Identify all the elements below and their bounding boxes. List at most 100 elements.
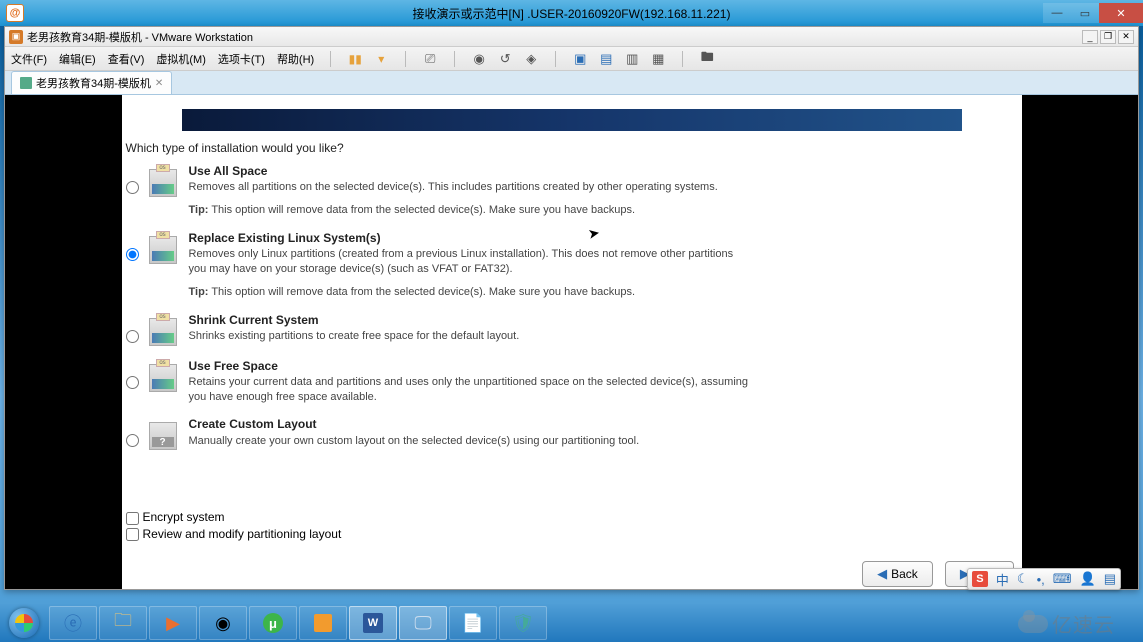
sogou-logo-icon[interactable]: S — [972, 571, 988, 587]
option-title: Use All Space — [189, 163, 718, 179]
unity-icon[interactable]: ▤ — [598, 51, 614, 67]
utorrent-icon: μ — [263, 613, 283, 633]
menu-tabs[interactable]: 选项卡(T) — [218, 51, 265, 67]
option-title: Shrink Current System — [189, 312, 520, 328]
monitor-icon: 🖵 — [414, 613, 431, 634]
taskbar-secure[interactable]: 🛡 — [499, 606, 547, 640]
option-tip: This option will remove data from the se… — [211, 286, 635, 298]
back-button[interactable]: ◀Back — [862, 561, 933, 587]
review-checkbox[interactable] — [126, 528, 139, 541]
disk-icon: os — [149, 364, 177, 392]
notepad-icon: 📄 — [462, 613, 484, 634]
guest-screen[interactable]: ➤ Which type of installation would you l… — [122, 95, 1022, 589]
remote-title: 接收演示或示范中[N] .USER-20160920FW(192.168.11.… — [413, 5, 731, 22]
remote-titlebar: @ 接收演示或示范中[N] .USER-20160920FW(192.168.1… — [0, 0, 1143, 26]
maximize-button[interactable]: ▭ — [1071, 3, 1099, 23]
snapshot-take-icon[interactable]: ◉ — [471, 51, 487, 67]
windows-taskbar: ⓔ 🗀 ▶ ◉ μ W 🖵 📄 🛡 — [0, 604, 1143, 642]
thumbnail-icon[interactable]: ▦ — [650, 51, 666, 67]
snapshot-revert-icon[interactable]: ↺ — [497, 51, 513, 67]
bottom-checks: Encrypt system Review and modify partiti… — [126, 510, 342, 543]
ime-punct-icon[interactable]: •, — [1037, 572, 1045, 587]
word-icon: W — [363, 613, 383, 633]
snapshot-manage-icon[interactable]: ◈ — [523, 51, 539, 67]
ime-moon-icon[interactable]: ☾ — [1017, 571, 1029, 587]
option-title: Use Free Space — [189, 358, 749, 374]
start-button[interactable] — [0, 604, 48, 642]
option-use-all-space[interactable]: os Use All Space Removes all partitions … — [126, 163, 1022, 218]
menu-view[interactable]: 查看(V) — [108, 51, 145, 67]
taskbar-utorrent[interactable]: μ — [249, 606, 297, 640]
fullscreen-icon[interactable]: ▣ — [572, 51, 588, 67]
sogou-ime-bar[interactable]: S 中 ☾ •, ⌨ 👤 ▤ — [967, 568, 1121, 590]
radio-use-all-space[interactable] — [126, 181, 139, 194]
library-icon[interactable]: 🖿 — [699, 51, 715, 67]
taskbar-media[interactable]: ▶ — [149, 606, 197, 640]
taskbar-chrome[interactable]: ◉ — [199, 606, 247, 640]
taskbar-remote[interactable]: 🖵 — [399, 606, 447, 640]
radio-free-space[interactable] — [126, 376, 139, 389]
power-pause-icon[interactable]: ▮▮ — [347, 51, 363, 67]
disk-icon: os — [149, 236, 177, 264]
console-view-icon[interactable]: ▥ — [624, 51, 640, 67]
taskbar-notepadpp[interactable]: 📄 — [449, 606, 497, 640]
install-options-group: os Use All Space Removes all partitions … — [122, 163, 1022, 450]
menu-file[interactable]: 文件(F) — [11, 51, 47, 67]
option-custom[interactable]: ? Create Custom Layout Manually create y… — [126, 416, 1022, 450]
anaconda-banner — [182, 109, 962, 131]
minimize-button[interactable]: — — [1043, 3, 1071, 23]
option-desc: Removes all partitions on the selected d… — [189, 181, 718, 193]
ime-login-icon[interactable]: 👤 — [1080, 571, 1096, 587]
vmware-app-icon: ▣ — [9, 30, 23, 44]
radio-custom[interactable] — [126, 434, 139, 447]
option-free-space[interactable]: os Use Free Space Retains your current d… — [126, 358, 1022, 405]
power-dropdown-icon[interactable]: ▾ — [373, 51, 389, 67]
vmware-restore-button[interactable]: ❐ — [1100, 30, 1116, 44]
encrypt-checkbox[interactable] — [126, 512, 139, 525]
play-icon: ▶ — [166, 613, 180, 634]
chrome-icon: ◉ — [215, 613, 231, 634]
shield-icon: 🛡 — [512, 613, 535, 634]
close-button[interactable]: ✕ — [1099, 3, 1143, 23]
taskbar-word[interactable]: W — [349, 606, 397, 640]
option-shrink[interactable]: os Shrink Current System Shrinks existin… — [126, 312, 1022, 346]
taskbar-explorer[interactable]: 🗀 — [99, 606, 147, 640]
disk-icon: os — [149, 169, 177, 197]
vmware-minimize-button[interactable]: _ — [1082, 30, 1098, 44]
menu-help[interactable]: 帮助(H) — [277, 51, 314, 67]
vmware-menubar: 文件(F) 编辑(E) 查看(V) 虚拟机(M) 选项卡(T) 帮助(H) ▮▮… — [5, 47, 1138, 71]
vm-tab-label: 老男孩教育34期-模版机 — [36, 75, 151, 91]
option-desc: Retains your current data and partitions… — [189, 376, 749, 403]
vmware-window: ▣ 老男孩教育34期-模版机 - VMware Workstation _ ❐ … — [4, 26, 1139, 590]
ime-softkbd-icon[interactable]: ⌨ — [1053, 571, 1072, 587]
square-orange-icon — [314, 614, 332, 632]
vm-tab-active[interactable]: 老男孩教育34期-模版机 ✕ — [11, 71, 172, 94]
remote-app-icon: @ — [6, 4, 24, 22]
option-title: Create Custom Layout — [189, 416, 640, 432]
arrow-left-icon: ◀ — [877, 566, 887, 582]
menu-vm[interactable]: 虚拟机(M) — [156, 51, 206, 67]
taskbar-ie[interactable]: ⓔ — [49, 606, 97, 640]
folder-icon: 🗀 — [114, 608, 132, 638]
tab-close-icon[interactable]: ✕ — [155, 78, 163, 89]
vmware-titlebar[interactable]: ▣ 老男孩教育34期-模版机 - VMware Workstation _ ❐ … — [5, 27, 1138, 47]
menu-edit[interactable]: 编辑(E) — [59, 51, 96, 67]
review-label[interactable]: Review and modify partitioning layout — [126, 527, 342, 541]
ime-menu-icon[interactable]: ▤ — [1104, 571, 1116, 587]
send-ctrl-alt-del-icon[interactable]: ⎚ — [422, 51, 438, 67]
option-desc: Shrinks existing partitions to create fr… — [189, 330, 520, 342]
option-desc: Manually create your own custom layout o… — [189, 435, 640, 447]
vm-console-area[interactable]: ➤ Which type of installation would you l… — [5, 95, 1138, 589]
windows-orb-icon — [9, 608, 39, 638]
radio-replace-linux[interactable] — [126, 248, 139, 261]
vmware-close-button[interactable]: ✕ — [1118, 30, 1134, 44]
disk-question-icon: ? — [149, 422, 177, 450]
ime-mode[interactable]: 中 — [996, 570, 1009, 589]
taskbar-app-orange[interactable] — [299, 606, 347, 640]
option-desc: Removes only Linux partitions (created f… — [189, 248, 734, 275]
encrypt-label[interactable]: Encrypt system — [126, 510, 342, 524]
vmware-tabbar: 老男孩教育34期-模版机 ✕ — [5, 71, 1138, 95]
option-replace-linux[interactable]: os Replace Existing Linux System(s) Remo… — [126, 230, 1022, 300]
radio-shrink[interactable] — [126, 330, 139, 343]
vmware-title: 老男孩教育34期-模版机 - VMware Workstation — [27, 29, 253, 45]
